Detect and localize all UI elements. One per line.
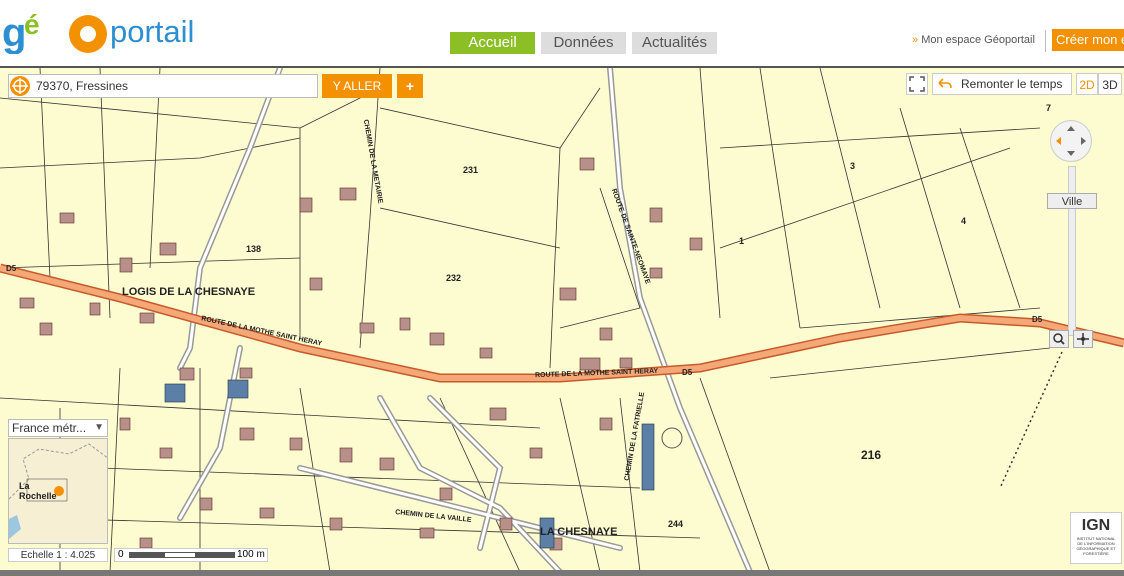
crosshair-icon[interactable]: [1073, 330, 1093, 348]
view-2d-button[interactable]: 2D: [1076, 73, 1098, 95]
search-input[interactable]: [36, 77, 314, 95]
remonter-le-temps-button[interactable]: Remonter le temps: [932, 73, 1072, 95]
parcel-7: 7: [1046, 103, 1052, 113]
tab-donnees[interactable]: Données: [541, 32, 626, 54]
footer-bar: [0, 570, 1124, 576]
parcel-1: 1: [739, 236, 745, 246]
creer-compte-button[interactable]: Créer mon e: [1052, 29, 1124, 51]
chevron-down-icon: ▼: [94, 422, 104, 433]
header: g é portail Accueil Données Actualités »…: [0, 0, 1124, 66]
scale-bar: 0 100 m: [114, 548, 268, 562]
pan-right-icon: [1081, 137, 1086, 145]
road-code-d5-c: D5: [1032, 315, 1043, 324]
scale-text: Echelle 1 : 4.025: [8, 548, 108, 562]
place-label-chesnaye: LA CHESNAYE: [540, 526, 618, 538]
territory-select[interactable]: France métr... ▼: [8, 419, 108, 437]
zoom-level-label[interactable]: Ville: [1047, 193, 1097, 209]
cadastre-map: [0, 68, 1124, 570]
view-3d-button[interactable]: 3D: [1098, 73, 1122, 95]
parcel-244: 244: [668, 519, 684, 529]
pan-control[interactable]: [1050, 120, 1092, 162]
locate-icon[interactable]: [10, 76, 30, 96]
divider: [1045, 30, 1046, 52]
pan-down-icon: [1067, 151, 1075, 156]
overview-map[interactable]: La Rochelle: [8, 438, 108, 544]
tab-actualites[interactable]: Actualités: [632, 32, 717, 54]
overview-city-label: La Rochelle: [19, 481, 57, 501]
parcel-216: 216: [861, 448, 882, 462]
map-viewport[interactable]: LOGIS DE LA CHESNAYE LA CHESNAYE ROUTE D…: [0, 66, 1124, 570]
parcel-138: 138: [246, 244, 262, 254]
road-code-d5-a: D5: [6, 264, 17, 273]
undo-arrow-icon: [938, 78, 952, 89]
fullscreen-icon[interactable]: [906, 73, 928, 95]
tab-accueil[interactable]: Accueil: [450, 32, 535, 54]
magnifier-icon[interactable]: [1049, 330, 1069, 348]
go-button[interactable]: Y ALLER: [322, 74, 392, 98]
parcel-3: 3: [850, 161, 856, 171]
pan-up-icon: [1067, 126, 1075, 131]
zoom-slider[interactable]: [1068, 166, 1076, 336]
chevron-right-icon: »: [912, 34, 922, 46]
svg-text:portail: portail: [110, 14, 194, 49]
svg-text:g: g: [2, 11, 26, 54]
pan-left-icon: [1056, 137, 1061, 145]
parcel-4: 4: [961, 216, 967, 226]
more-search-button[interactable]: +: [397, 74, 423, 98]
geoportail-logo[interactable]: g é portail: [2, 4, 222, 55]
ign-logo[interactable]: IGN INSTITUT NATIONAL DE L'INFORMATION G…: [1070, 512, 1122, 564]
parcel-231: 231: [463, 165, 479, 175]
parcel-232: 232: [446, 273, 462, 283]
mon-espace-link[interactable]: » Mon espace Géoportail: [912, 34, 1035, 46]
svg-text:é: é: [24, 9, 40, 40]
place-label-logis: LOGIS DE LA CHESNAYE: [122, 286, 256, 298]
road-code-d5-b: D5: [682, 368, 693, 377]
